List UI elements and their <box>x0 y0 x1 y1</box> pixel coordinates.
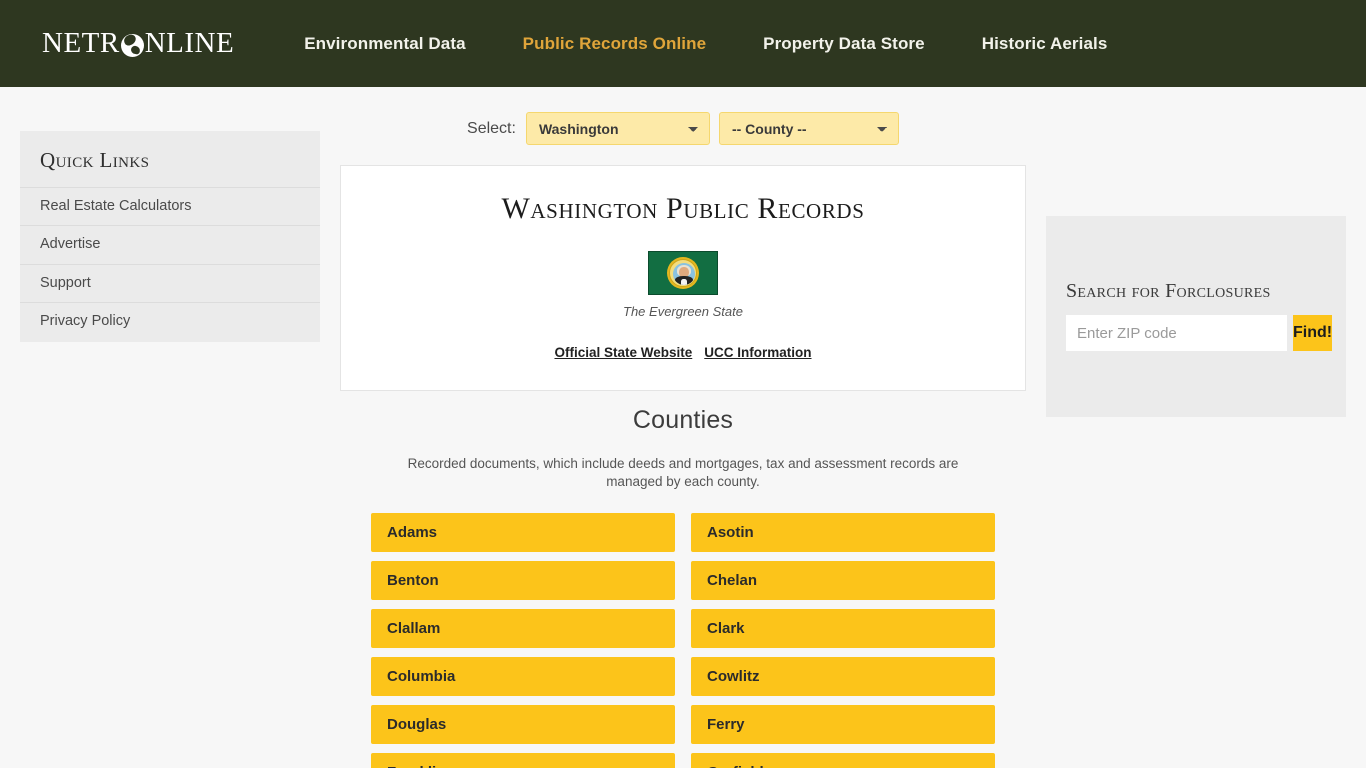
page-body: Quick Links Real Estate Calculators Adve… <box>0 87 1366 768</box>
foreclosure-search-panel: Search for Forclosures Find! <box>1046 216 1346 417</box>
foreclosure-search-title: Search for Forclosures <box>1066 280 1271 302</box>
county-button[interactable]: Ferry <box>691 704 995 744</box>
page-title: Washington Public Records <box>501 192 865 225</box>
site-header: NETR NLINE Environmental Data Public Reco… <box>0 0 1366 87</box>
county-button[interactable]: Chelan <box>691 560 995 600</box>
county-button[interactable]: Columbia <box>371 656 675 696</box>
globe-icon <box>120 34 144 57</box>
county-button[interactable]: Clark <box>691 608 995 648</box>
washington-state-flag-icon <box>648 251 718 295</box>
counties-section-header: Counties Recorded documents, which inclu… <box>340 391 1026 491</box>
select-label: Select: <box>467 119 516 137</box>
quick-links-title: Quick Links <box>40 148 150 172</box>
official-state-website-link[interactable]: Official State Website <box>554 345 692 360</box>
state-county-select-bar: Select: Washington -- County -- <box>340 87 1026 157</box>
counties-description: Recorded documents, which include deeds … <box>407 456 959 489</box>
main-content: Select: Washington -- County -- Washingt… <box>340 87 1026 768</box>
sidebar-item-advertise[interactable]: Advertise <box>20 225 320 263</box>
site-logo[interactable]: NETR NLINE <box>42 0 234 87</box>
seal-ring <box>669 259 697 287</box>
sidebar-item-support[interactable]: Support <box>20 263 320 302</box>
county-button[interactable]: Garfield <box>691 752 995 768</box>
ucc-information-link[interactable]: UCC Information <box>704 345 811 360</box>
logo-wordmark: NETR NLINE <box>42 29 234 58</box>
county-button[interactable]: Clallam <box>371 608 675 648</box>
county-button[interactable]: Adams <box>371 512 675 552</box>
sidebar-item-privacy-policy[interactable]: Privacy Policy <box>20 302 320 340</box>
county-button[interactable]: Cowlitz <box>691 656 995 696</box>
county-button[interactable]: Benton <box>371 560 675 600</box>
state-nickname: The Evergreen State <box>623 304 743 319</box>
state-links: Official State Website UCC Information <box>361 345 1005 360</box>
nav-item-environmental-data[interactable]: Environmental Data <box>304 34 465 54</box>
logo-text-after: NLINE <box>144 27 235 59</box>
zip-code-input[interactable] <box>1066 315 1287 351</box>
sidebar-item-real-estate-calculators[interactable]: Real Estate Calculators <box>20 187 320 225</box>
nav-item-property-data-store[interactable]: Property Data Store <box>763 34 925 54</box>
counties-title: Counties <box>632 406 734 434</box>
county-button[interactable]: Franklin <box>371 752 675 768</box>
foreclosure-search-form: Find! <box>1066 315 1333 351</box>
seal-collar <box>681 279 687 285</box>
logo-text-before: NETR <box>42 27 120 59</box>
state-select[interactable]: Washington <box>525 112 710 145</box>
main-nav: Environmental Data Public Records Online… <box>304 34 1107 54</box>
quick-links-panel: Quick Links Real Estate Calculators Adve… <box>20 131 320 342</box>
nav-item-public-records-online[interactable]: Public Records Online <box>523 34 706 54</box>
find-button[interactable]: Find! <box>1293 315 1333 351</box>
state-info-card: Washington Public Records The Evergreen … <box>340 165 1026 391</box>
county-button[interactable]: Douglas <box>371 704 675 744</box>
county-grid: Adams Asotin Benton Chelan Clallam Clark… <box>340 512 1026 768</box>
state-seal <box>667 257 699 289</box>
seal-portrait <box>673 263 695 285</box>
nav-item-historic-aerials[interactable]: Historic Aerials <box>982 34 1108 54</box>
county-select[interactable]: -- County -- <box>718 112 899 145</box>
county-button[interactable]: Asotin <box>691 512 995 552</box>
